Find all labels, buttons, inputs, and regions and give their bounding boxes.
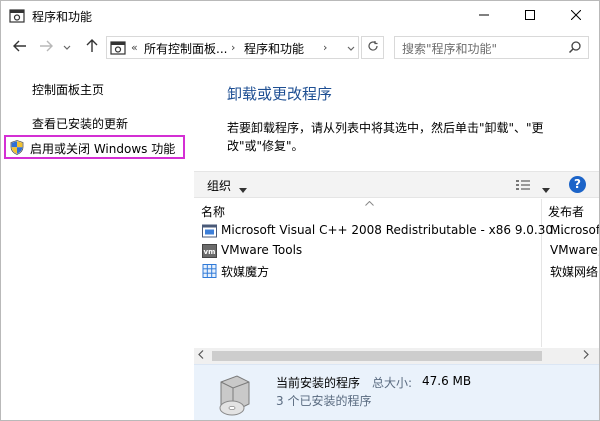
minimize-icon [479, 9, 489, 23]
close-button[interactable] [553, 1, 599, 31]
breadcrumb-separator[interactable]: › [231, 41, 235, 54]
control-panel-icon [110, 40, 126, 56]
control-panel-icon [9, 8, 25, 24]
program-row[interactable]: vm VMware Tools VMware, [194, 241, 599, 261]
minimize-button[interactable] [461, 1, 507, 31]
total-size-label: 总大小: [372, 376, 413, 390]
view-options-icon[interactable] [515, 178, 531, 192]
window-title: 程序和功能 [32, 10, 93, 24]
program-row[interactable]: 软媒魔方 软媒网络 [194, 261, 599, 281]
shield-icon [10, 140, 24, 155]
column-header-publisher[interactable]: 发布者 [548, 199, 584, 221]
search-box[interactable]: 搜索"程序和功能" [394, 36, 589, 59]
details-title: 当前安装的程序 [276, 376, 361, 390]
program-name: 软媒魔方 [221, 265, 270, 279]
breadcrumb-programs-and-features[interactable]: 程序和功能 [244, 40, 304, 57]
maximize-button[interactable] [507, 1, 553, 31]
program-list[interactable]: 名称 发布者 Microsoft Visual C++ 2008 Redistr… [194, 199, 599, 347]
programs-and-features-window: 程序和功能 « 所有控制面板... › 程序和功能 › 搜索"程序和功能" 控制… [0, 0, 600, 421]
organize-menu[interactable]: 组织 [207, 177, 231, 194]
installed-count: 3 个已安装的程序 [276, 394, 372, 408]
arrow-up-icon [86, 38, 98, 56]
breadcrumb-overflow[interactable]: « [131, 41, 138, 54]
program-publisher: VMware, [550, 243, 599, 257]
vmware-icon: vm [202, 244, 217, 258]
chevron-down-icon [63, 40, 71, 54]
program-publisher: Microsof [550, 223, 599, 237]
windows-features-label: 启用或关闭 Windows 功能 [30, 142, 176, 156]
forward-button[interactable] [37, 38, 55, 56]
program-publisher: 软媒网络 [550, 265, 599, 279]
arrow-right-icon [39, 40, 53, 55]
magnifier-icon[interactable] [568, 40, 584, 56]
page-description: 若要卸载程序，请从列表中将其选中，然后单击"卸载"、"更改"或"修复"。 [227, 121, 544, 153]
maximize-icon [525, 9, 535, 23]
software-disk-icon [217, 374, 253, 418]
command-bar: 组织 ? [194, 171, 599, 198]
scroll-left-icon[interactable] [198, 350, 204, 362]
caret-down-icon[interactable] [239, 182, 247, 196]
left-navigation-pane: 控制面板主页 查看已安装的更新 启用或关闭 Windows 功能 [1, 63, 194, 420]
view-installed-updates-link[interactable]: 查看已安装的更新 [32, 115, 128, 132]
main-pane: 卸载或更改程序 若要卸载程序，请从列表中将其选中，然后单击"卸载"、"更改"或"… [194, 63, 599, 420]
sort-indicator-icon [365, 199, 374, 208]
details-pane: 当前安装的程序 总大小: 47.6 MB 3 个已安装的程序 [194, 364, 599, 420]
title-bar[interactable]: 程序和功能 [1, 1, 599, 31]
windows-features-link[interactable]: 启用或关闭 Windows 功能 [4, 135, 185, 159]
close-icon [570, 9, 582, 23]
back-button[interactable] [11, 38, 29, 56]
scroll-right-icon[interactable] [583, 350, 589, 362]
grid-app-icon [202, 264, 217, 278]
recent-locations-button[interactable] [61, 38, 73, 56]
program-name: Microsoft Visual C++ 2008 Redistributabl… [221, 223, 565, 237]
breadcrumb-separator[interactable]: › [323, 41, 327, 54]
help-icon[interactable]: ? [569, 176, 586, 193]
address-bar[interactable]: « 所有控制面板... › 程序和功能 › [106, 36, 359, 59]
scrollbar-thumb[interactable] [212, 351, 542, 361]
installer-icon [202, 224, 217, 238]
program-row[interactable]: Microsoft Visual C++ 2008 Redistributabl… [194, 221, 599, 241]
column-header-name[interactable]: 名称 [201, 199, 225, 221]
svg-text:vm: vm [204, 248, 216, 256]
page-title: 卸载或更改程序 [227, 85, 333, 103]
caret-down-icon[interactable] [542, 182, 550, 196]
up-button[interactable] [83, 38, 101, 56]
refresh-button[interactable] [361, 36, 384, 59]
program-name: VMware Tools [221, 243, 303, 257]
refresh-icon [367, 40, 379, 55]
total-size-value: 47.6 MB [422, 374, 472, 388]
search-placeholder: 搜索"程序和功能" [402, 42, 498, 56]
arrow-left-icon [13, 40, 27, 55]
control-panel-home-link[interactable]: 控制面板主页 [32, 81, 104, 98]
breadcrumb-all-control-panel[interactable]: 所有控制面板... [144, 40, 227, 57]
horizontal-scrollbar[interactable] [194, 348, 599, 364]
chevron-down-icon [347, 41, 355, 55]
address-history-button[interactable] [342, 36, 360, 59]
